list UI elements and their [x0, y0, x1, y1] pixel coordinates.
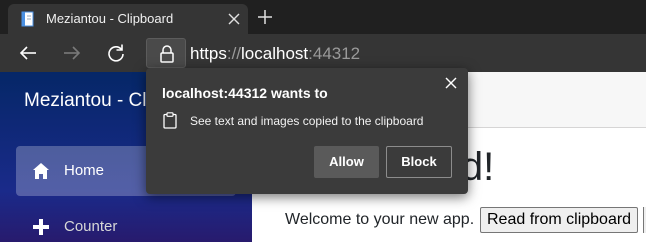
url-separator: ://: [226, 44, 242, 63]
clipboard-permission-popup: localhost:44312 wants to See text and im…: [146, 68, 468, 194]
close-icon[interactable]: [444, 76, 458, 90]
allow-button[interactable]: Allow: [314, 146, 379, 178]
popup-message: See text and images copied to the clipbo…: [190, 114, 424, 128]
url-host: localhost: [241, 44, 309, 63]
nav-item-counter[interactable]: Counter: [16, 202, 236, 242]
tab-close-icon[interactable]: [228, 13, 240, 25]
url-scheme: https: [190, 44, 227, 63]
popup-title: localhost:44312 wants to: [162, 85, 328, 101]
home-icon: [33, 163, 49, 179]
plus-icon: [33, 219, 49, 235]
refresh-icon[interactable]: [106, 43, 126, 63]
back-icon[interactable]: [18, 43, 38, 63]
block-button[interactable]: Block: [386, 146, 452, 178]
new-tab-icon[interactable]: [256, 8, 274, 26]
clipboard-icon: [163, 112, 177, 129]
forward-icon[interactable]: [62, 43, 82, 63]
page-icon: [21, 11, 34, 27]
address-bar[interactable]: https://localhost:44312: [190, 44, 360, 64]
browser-toolbar: https://localhost:44312: [0, 34, 646, 72]
nav-item-label: Home: [64, 162, 105, 179]
tab-title: Meziantou - Clipboard: [46, 11, 174, 26]
welcome-text: Welcome to your new app.: [285, 211, 475, 228]
site-info-button[interactable]: [146, 38, 186, 68]
url-port: :44312: [308, 44, 361, 63]
read-from-clipboard-button[interactable]: Read from clipboard: [480, 207, 639, 233]
lock-icon: [160, 45, 174, 63]
browser-tab[interactable]: Meziantou - Clipboard: [8, 4, 248, 34]
browser-tab-strip: Meziantou - Clipboard: [0, 0, 646, 34]
nav-item-label: Counter: [64, 218, 118, 235]
